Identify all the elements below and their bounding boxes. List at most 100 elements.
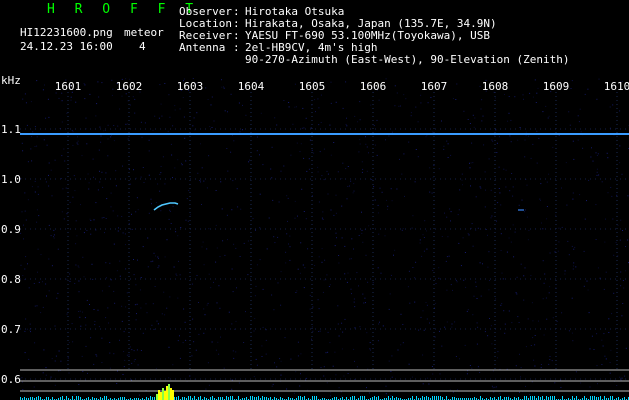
noise-dot xyxy=(578,121,580,123)
noise-dot xyxy=(444,212,445,214)
noise-dot xyxy=(528,135,529,137)
noise-dot xyxy=(321,261,323,263)
noise-dot xyxy=(354,115,356,117)
noise-dot xyxy=(285,251,287,253)
noise-dot xyxy=(133,350,135,352)
noise-dot xyxy=(20,264,22,266)
noise-dot xyxy=(312,330,314,332)
noise-dot xyxy=(177,340,179,342)
noise-dot xyxy=(136,313,137,315)
noise-dot xyxy=(530,345,532,346)
noise-dot xyxy=(431,366,433,367)
noise-dot xyxy=(508,395,510,397)
noise-dot xyxy=(93,219,95,221)
noise-dot xyxy=(425,136,427,138)
noise-dot xyxy=(25,219,27,221)
noise-dot xyxy=(296,142,298,144)
noise-dot xyxy=(508,96,510,97)
noise-dot xyxy=(92,278,94,280)
noise-dot xyxy=(464,344,466,346)
baseline-bar xyxy=(562,396,563,400)
noise-dot xyxy=(606,152,608,154)
noise-dot xyxy=(357,121,359,123)
noise-dot xyxy=(157,323,159,325)
noise-dot xyxy=(90,233,92,235)
noise-dot xyxy=(306,170,308,172)
noise-dot xyxy=(345,168,347,170)
noise-dot xyxy=(322,218,324,220)
noise-dot xyxy=(63,218,65,220)
noise-dot xyxy=(558,227,560,229)
noise-dot xyxy=(303,211,305,212)
noise-dot xyxy=(491,343,493,345)
noise-dot xyxy=(317,98,319,100)
noise-dot xyxy=(159,84,161,86)
noise-dot xyxy=(477,326,479,328)
noise-dot xyxy=(289,235,291,237)
noise-dot xyxy=(89,93,91,95)
noise-dot xyxy=(611,195,613,197)
noise-dot xyxy=(280,170,282,172)
noise-dot xyxy=(427,377,429,379)
noise-dot xyxy=(481,99,483,101)
noise-dot xyxy=(315,111,316,113)
baseline-bar xyxy=(38,396,39,400)
noise-dot xyxy=(294,217,296,219)
noise-dot xyxy=(441,345,443,347)
noise-dot xyxy=(379,187,381,189)
noise-dot xyxy=(280,271,282,273)
noise-dot xyxy=(536,162,538,164)
noise-dot xyxy=(342,331,344,333)
noise-dot xyxy=(138,394,140,396)
noise-dot xyxy=(204,314,206,316)
noise-dot xyxy=(21,381,23,383)
noise-dot xyxy=(108,322,109,324)
noise-dot xyxy=(308,158,310,160)
noise-dot xyxy=(378,233,380,235)
noise-dot xyxy=(341,395,343,397)
noise-dot xyxy=(321,217,323,219)
noise-dot xyxy=(105,218,107,219)
noise-dot xyxy=(48,258,50,260)
noise-dot xyxy=(296,290,298,292)
noise-dot xyxy=(107,155,109,157)
noise-dot xyxy=(48,162,50,164)
noise-dot xyxy=(589,386,591,388)
noise-dot xyxy=(463,110,465,112)
noise-dot xyxy=(170,143,172,145)
x-tick-label: 1604 xyxy=(238,80,265,93)
noise-dot xyxy=(376,119,378,121)
noise-dot xyxy=(572,198,574,200)
noise-dot xyxy=(221,79,222,81)
noise-dot xyxy=(443,148,445,150)
noise-dot xyxy=(224,110,226,112)
noise-dot xyxy=(54,325,56,327)
noise-dot xyxy=(475,281,477,283)
noise-dot xyxy=(210,104,212,106)
baseline-bar xyxy=(226,396,227,400)
noise-dot xyxy=(492,370,494,372)
noise-dot xyxy=(220,181,222,183)
noise-dot xyxy=(235,247,237,249)
noise-dot xyxy=(95,202,97,204)
noise-dot xyxy=(85,345,87,347)
noise-dot xyxy=(57,248,59,250)
noise-dot xyxy=(289,259,291,261)
noise-dot xyxy=(334,245,336,247)
noise-dot xyxy=(326,382,328,384)
noise-dot xyxy=(510,119,512,121)
noise-dot xyxy=(369,348,371,350)
noise-dot xyxy=(169,211,171,212)
noise-dot xyxy=(157,183,159,185)
noise-dot xyxy=(497,351,499,353)
noise-dot xyxy=(399,158,400,160)
noise-dot xyxy=(155,202,157,203)
noise-dot xyxy=(86,299,88,301)
noise-dot xyxy=(484,331,486,333)
noise-dot xyxy=(287,220,288,222)
noise-dot xyxy=(295,106,297,108)
noise-dot xyxy=(580,131,582,133)
noise-dot xyxy=(345,81,347,83)
noise-dot xyxy=(141,136,143,138)
noise-dot xyxy=(33,283,35,284)
